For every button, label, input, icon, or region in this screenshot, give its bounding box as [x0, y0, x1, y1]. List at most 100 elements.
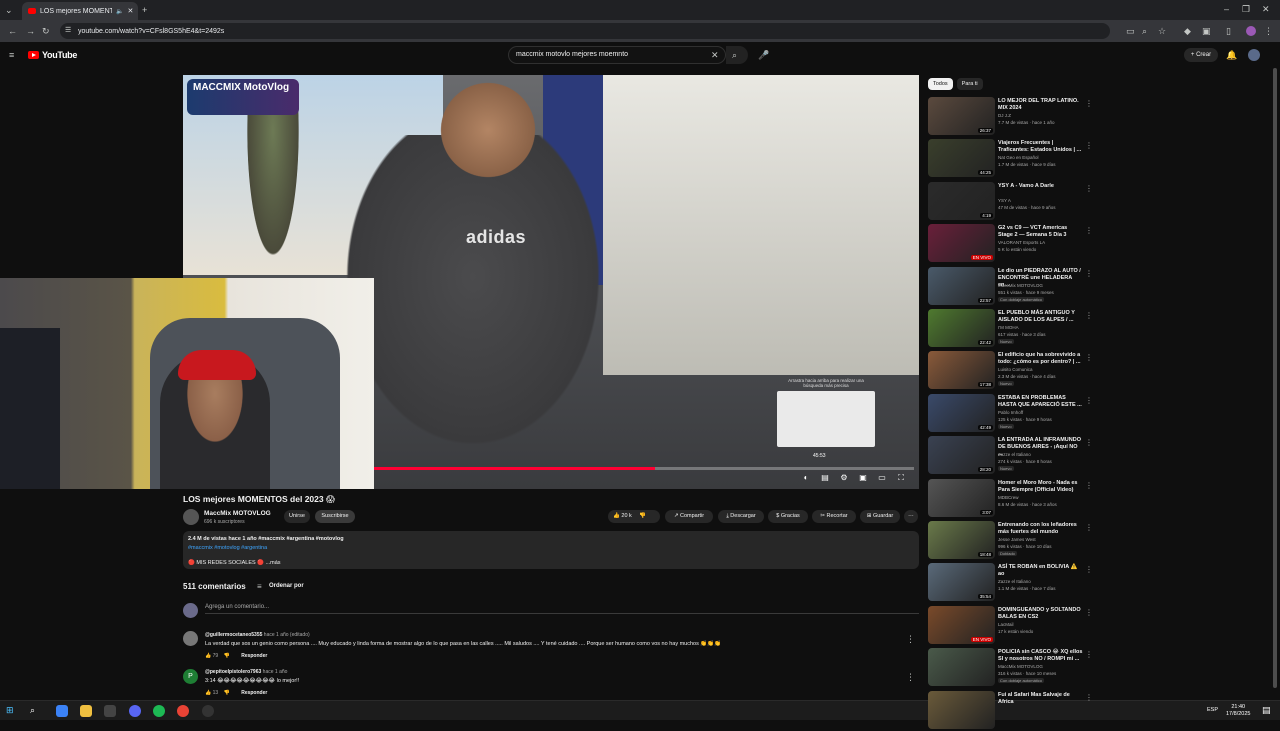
recommended-video-title[interactable]: ESTABA EN PROBLEMAS HASTA QUE APARECIÓ E… [998, 395, 1083, 409]
video-thumbnail[interactable]: 17:38 [928, 351, 995, 389]
recommended-video-title[interactable]: G2 vs C9 — VCT Americas Stage 2 — Semana… [998, 225, 1083, 239]
comment-author[interactable]: @pepitoelpistolero7963 hace 1 año [205, 669, 287, 675]
sort-comments-button[interactable]: Ordenar por [269, 583, 304, 589]
browser-menu-icon[interactable]: ⋮ [1264, 26, 1273, 36]
recommended-video[interactable]: 18:48 Entrenando con los leñadores más fu… [928, 521, 1093, 561]
recommended-menu-icon[interactable]: ⋮ [1085, 269, 1093, 278]
cast-icon[interactable]: ▭ [1126, 26, 1135, 36]
theater-mode-icon[interactable]: ▭ [877, 473, 887, 483]
autoplay-toggle-icon[interactable]: ◐ [801, 473, 811, 483]
comment-dislike-icon[interactable]: 👎 [224, 653, 230, 659]
video-thumbnail[interactable] [928, 648, 995, 686]
comment-like-icon[interactable]: 👍 [205, 690, 211, 696]
sidebar-panel-icon[interactable]: ▯ [1226, 26, 1231, 36]
copilot-icon[interactable] [56, 705, 68, 717]
comment-avatar[interactable] [183, 631, 198, 646]
save-button[interactable]: ⊞ Guardar [860, 510, 900, 523]
create-button[interactable]: + Crear [1184, 48, 1218, 62]
recommended-menu-icon[interactable]: ⋮ [1085, 481, 1093, 490]
recommended-video-title[interactable]: Homer el Moro Moro - Nada es Para Siempr… [998, 480, 1083, 494]
extensions-puzzle-icon[interactable]: ▣ [1202, 26, 1211, 36]
recommended-menu-icon[interactable]: ⋮ [1085, 311, 1093, 320]
microphone-icon[interactable]: 🎤 [758, 50, 769, 60]
browser-tab[interactable]: LOS mejores MOMENTOS d 🔈 ✕ [22, 2, 138, 20]
app-icon[interactable] [104, 705, 116, 717]
notifications-bell-icon[interactable]: 🔔 [1226, 50, 1237, 60]
chip-for-you[interactable]: Para ti [956, 78, 983, 90]
recommended-menu-icon[interactable]: ⋮ [1085, 608, 1093, 617]
recommended-video[interactable]: 44:25 Viajeros Frecuentes | Traficantes: … [928, 139, 1093, 179]
recommended-video-title[interactable]: Entrenando con los leñadores más fuertes… [998, 522, 1083, 536]
reply-button[interactable]: Responder [241, 653, 267, 659]
recommended-menu-icon[interactable]: ⋮ [1085, 184, 1093, 193]
video-thumbnail[interactable] [928, 691, 995, 729]
account-avatar[interactable] [1248, 49, 1260, 61]
video-thumbnail[interactable]: 26:37 [928, 97, 995, 135]
fullscreen-icon[interactable]: ⛶ [896, 473, 906, 483]
recommended-video[interactable]: 17:38 El edificio que ha sobrevivido a to… [928, 351, 1093, 391]
recommended-menu-icon[interactable]: ⋮ [1085, 523, 1093, 532]
recommended-video[interactable]: 28:20 LA ENTRADA AL INFRAMUNDO DE BUENOS … [928, 436, 1093, 476]
taskbar-search-icon[interactable]: ⌕ [30, 705, 35, 715]
recommended-menu-icon[interactable]: ⋮ [1085, 396, 1093, 405]
site-info-icon[interactable]: ☰ [65, 26, 71, 36]
description-box[interactable]: 2.4 M de vistas hace 1 año #maccmix #arg… [183, 531, 919, 569]
reload-icon[interactable]: ↻ [42, 26, 50, 36]
recommended-menu-icon[interactable]: ⋮ [1085, 438, 1093, 447]
hamburger-menu-icon[interactable]: ≡ [9, 50, 14, 60]
clip-button[interactable]: ✂ Recortar [812, 510, 856, 523]
dislike-icon[interactable]: 👎 [639, 513, 646, 519]
input-language[interactable]: ESP [1207, 707, 1218, 713]
recommended-channel[interactable]: DJ J.Z [998, 113, 1011, 118]
minimize-icon[interactable]: – [1224, 4, 1229, 14]
recommended-video[interactable]: EN VIVO G2 vs C9 — VCT Americas Stage 2 —… [928, 224, 1093, 264]
windows-start-icon[interactable]: ⊞ [6, 705, 14, 715]
recommended-video[interactable]: POLICIA sin CASCO 😂 XQ ellos SI y nosotr… [928, 648, 1093, 688]
description-hashtags[interactable]: #maccmix #motovlog #argentina [188, 545, 267, 551]
url-input[interactable]: ☰ youtube.com/watch?v=CFsl8GS5hE4&t=2492… [60, 23, 1110, 39]
recommended-channel[interactable]: LacMail [998, 622, 1014, 627]
recommended-channel[interactable]: VALORANT Esports LA [998, 240, 1045, 245]
recommended-video[interactable]: 4:19 YSY A - Vamo A Darle YSY A 47 M de vis… [928, 182, 1093, 222]
recommended-channel[interactable]: I'M MOHA [998, 325, 1019, 330]
search-input[interactable]: maccmix motovlo mejores moemnto [508, 46, 726, 64]
video-thumbnail[interactable]: 22:42 [928, 309, 995, 347]
recommended-video[interactable]: EN VIVO DOMINGUEANDO y SOLTANDO BALAS EN … [928, 606, 1093, 646]
recommended-channel[interactable]: Zazze el Italiano [998, 579, 1031, 584]
recommended-channel[interactable]: Luisito Comunica [998, 367, 1033, 372]
recommended-video[interactable]: 22:57 Le dio un PIEDRAZO AL AUTO / ENCONT… [928, 267, 1093, 307]
reply-button[interactable]: Responder [241, 690, 267, 696]
youtube-logo[interactable]: YouTube [28, 50, 77, 60]
page-scrollbar[interactable] [1273, 68, 1277, 700]
recommended-channel[interactable]: Pablo Imhoff [998, 410, 1023, 415]
video-thumbnail[interactable]: 44:25 [928, 139, 995, 177]
recommended-video-title[interactable]: LO MEJOR DEL TRAP LATINO. MIX 2024 [998, 98, 1083, 112]
subscribe-button[interactable]: Suscribirse [315, 510, 355, 523]
close-window-icon[interactable]: ✕ [1262, 4, 1270, 14]
recommended-menu-icon[interactable]: ⋮ [1085, 141, 1093, 150]
file-explorer-icon[interactable] [80, 705, 92, 717]
recommended-menu-icon[interactable]: ⋮ [1085, 353, 1093, 362]
recommended-menu-icon[interactable]: ⋮ [1085, 650, 1093, 659]
video-thumbnail[interactable]: EN VIVO [928, 606, 995, 644]
settings-gear-icon[interactable]: ⚙ [839, 473, 849, 483]
channel-name[interactable]: MaccMix MOTOVLOG [204, 510, 271, 517]
recommended-menu-icon[interactable]: ⋮ [1085, 226, 1093, 235]
comment-dislike-icon[interactable]: 👎 [224, 690, 230, 696]
recommended-channel[interactable]: YSY A [998, 198, 1011, 203]
progress-bar[interactable] [374, 467, 914, 470]
video-thumbnail[interactable]: 4:19 [928, 182, 995, 220]
subtitles-icon[interactable]: ▤ [820, 473, 830, 483]
video-thumbnail[interactable]: EN VIVO [928, 224, 995, 262]
recommended-video-title[interactable]: ASÍ TE ROBAN en BOLIVIA ⚠️ ao [998, 564, 1083, 578]
recommended-video-title[interactable]: Fui al Safari Mas Salvaje de Africa [998, 692, 1083, 706]
forward-icon[interactable]: → [26, 26, 35, 36]
recommended-video[interactable]: 26:37 LO MEJOR DEL TRAP LATINO. MIX 2024 D… [928, 97, 1093, 137]
like-icon[interactable]: 👍 [613, 513, 620, 519]
recommended-video[interactable]: Fui al Safari Mas Salvaje de Africa ⋮ [928, 691, 1093, 731]
search-button[interactable]: ⌕ [726, 46, 748, 64]
recommended-channel[interactable]: Jesse James West [998, 537, 1036, 542]
obs-icon[interactable] [202, 705, 214, 717]
recommended-channel[interactable]: Zazze el Italiano [998, 452, 1031, 457]
join-button[interactable]: Unirse [284, 510, 310, 523]
